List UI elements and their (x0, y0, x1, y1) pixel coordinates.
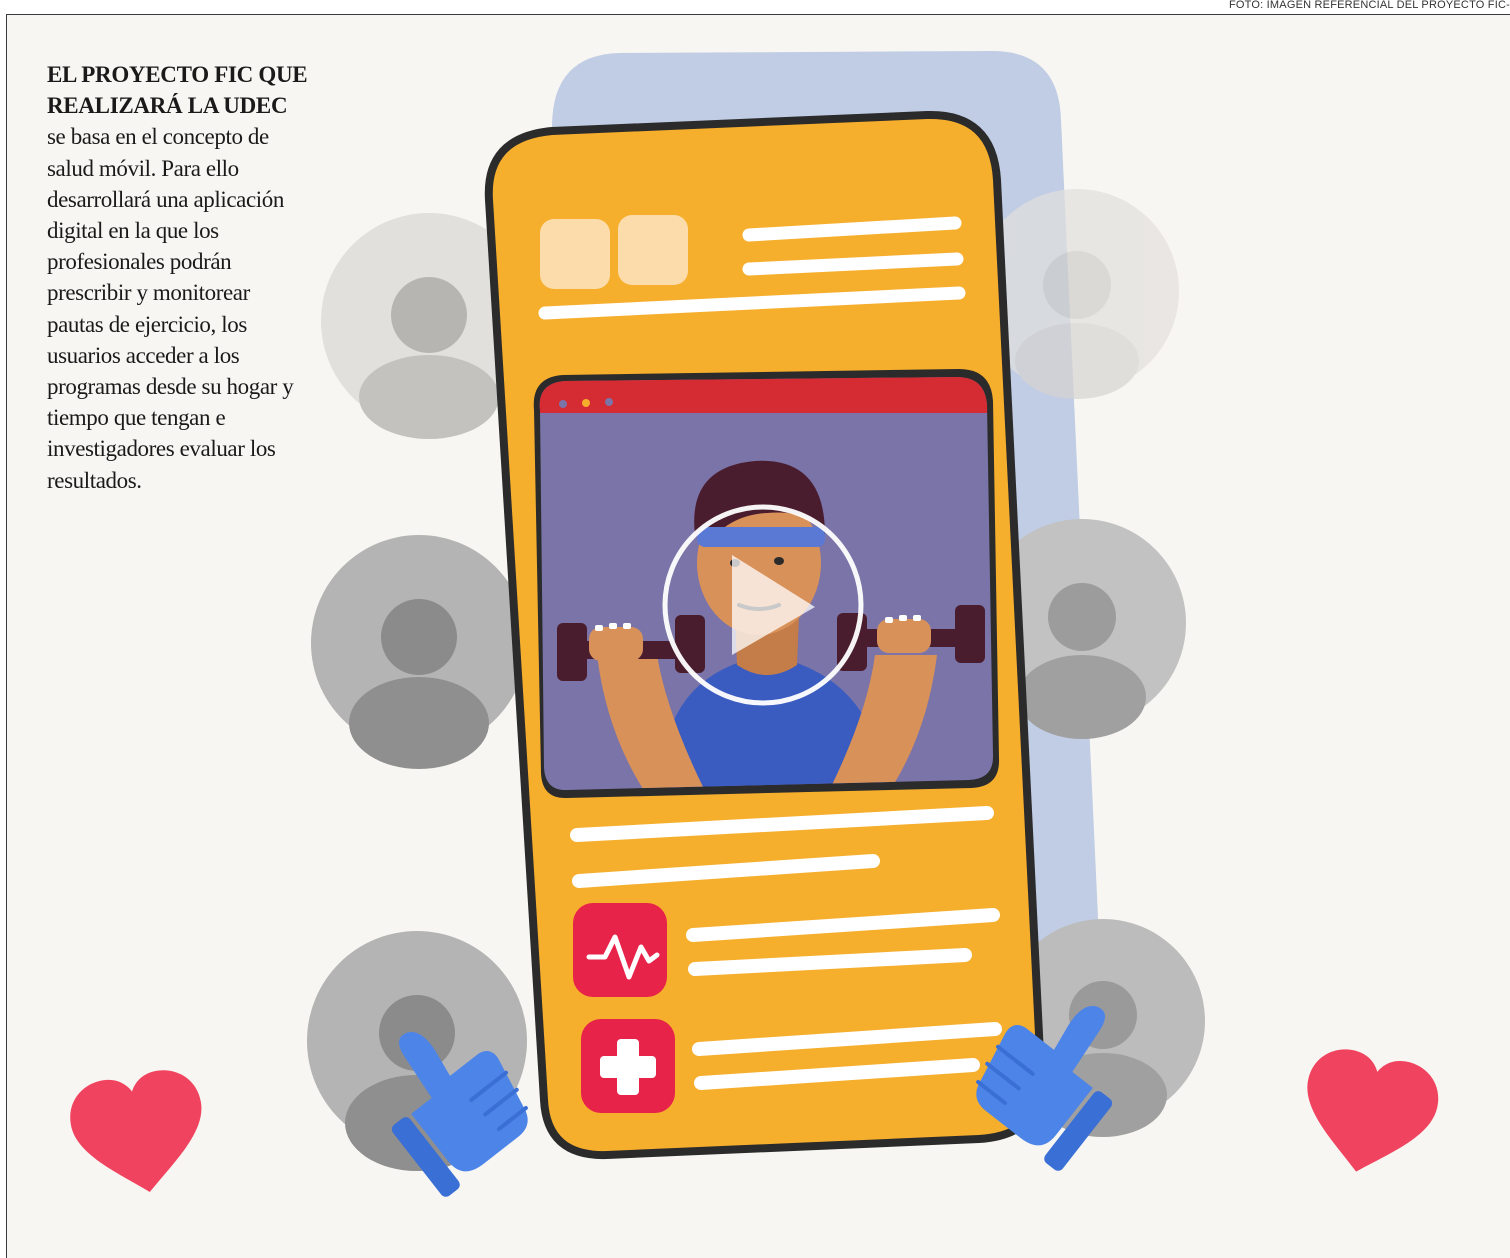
user-avatar-icon (311, 535, 527, 769)
photo-caption: EL PROYECTO FIC QUE REALIZARÁ LA UDEC se… (47, 59, 309, 496)
app-tile (618, 215, 688, 285)
heartbeat-icon (573, 903, 667, 997)
medical-cross-icon (581, 1019, 675, 1113)
photo-credit: FOTO: IMAGEN REFERENCIAL DEL PROYECTO FI… (1229, 0, 1510, 11)
photo-credit-bar: FOTO: IMAGEN REFERENCIAL DEL PROYECTO FI… (0, 0, 1510, 14)
app-tile (540, 219, 610, 289)
heart-icon (70, 1070, 202, 1193)
caption-body: se basa en el concepto de salud móvil. P… (47, 124, 294, 493)
caption-title: EL PROYECTO FIC QUE REALIZARÁ LA UDEC (47, 62, 308, 119)
photo-frame: EL PROYECTO FIC QUE REALIZARÁ LA UDEC se… (6, 14, 1510, 1258)
heart-icon (1307, 1049, 1439, 1172)
